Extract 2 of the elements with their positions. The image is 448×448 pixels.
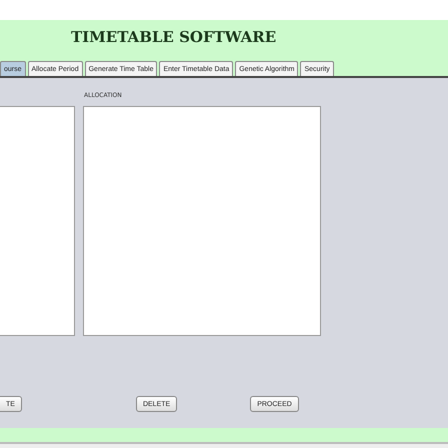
- app-title: TIMETABLE SOFTWARE: [71, 28, 278, 48]
- list-box[interactable]: [0, 106, 75, 336]
